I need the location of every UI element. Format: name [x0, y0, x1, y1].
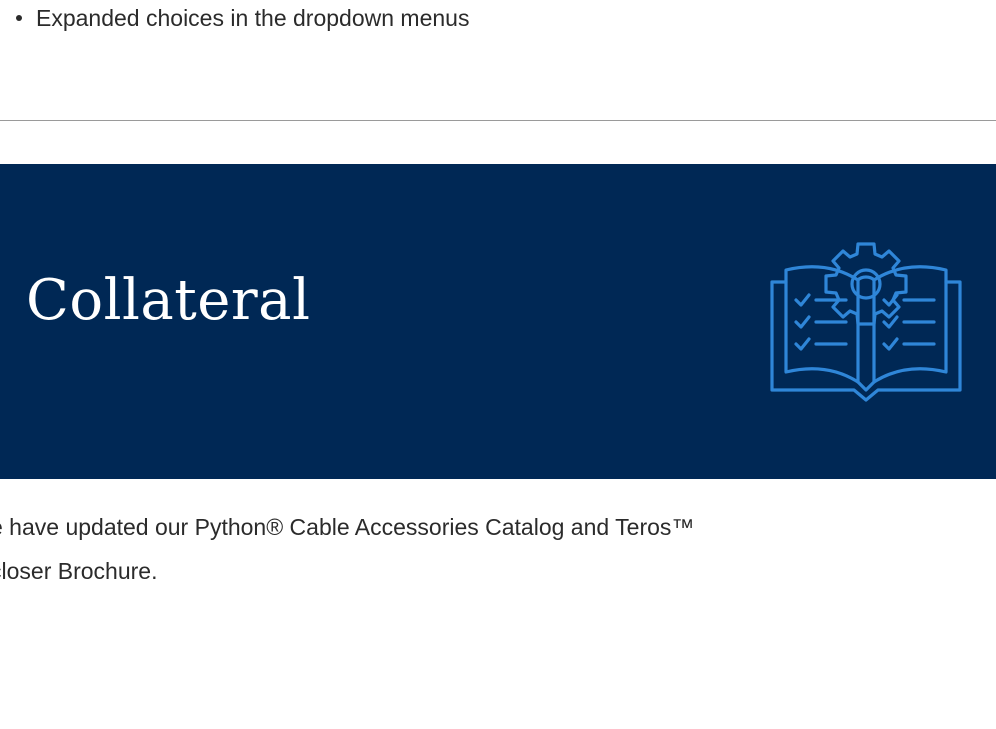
section-divider: [0, 120, 996, 121]
page: Expanded choices in the dropdown menus C…: [0, 0, 996, 729]
open-book-checklist-gear-icon: [770, 242, 962, 402]
banner-title: Collateral: [26, 268, 311, 333]
collateral-description: e have updated our Python® Cable Accesso…: [0, 505, 990, 593]
description-line-1: e have updated our Python® Cable Accesso…: [0, 514, 695, 540]
bullet-icon: [16, 14, 22, 21]
collateral-banner: Collateral: [0, 164, 996, 479]
list-item: Expanded choices in the dropdown menus: [16, 2, 469, 34]
list-item-text: Expanded choices in the dropdown menus: [36, 5, 470, 31]
description-line-2: closer Brochure.: [0, 558, 158, 584]
gear-icon: [824, 242, 908, 326]
